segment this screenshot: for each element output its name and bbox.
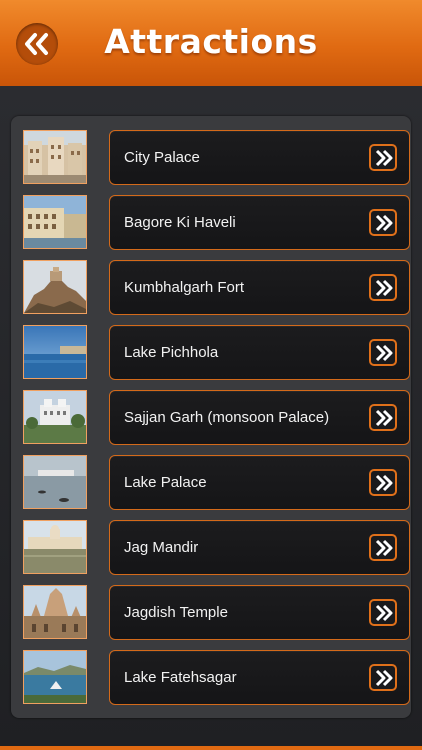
thumbnail-city-palace (23, 130, 87, 184)
list-item-label: Lake Pichhola (124, 344, 219, 361)
list-item-label: Jag Mandir (124, 539, 199, 556)
list-item-label: City Palace (124, 149, 200, 166)
double-chevron-right-icon (375, 214, 393, 232)
list-item-button[interactable]: Lake Fatehsagar (109, 650, 410, 705)
thumbnail-jag-mandir (23, 520, 87, 574)
double-chevron-right-icon (375, 344, 393, 362)
double-chevron-right-icon (375, 409, 393, 427)
thumbnail-sajjan-garh (23, 390, 87, 444)
open-arrow-button[interactable] (369, 469, 397, 496)
thumbnail-kumbhalgarh-fort (23, 260, 87, 314)
list-item-button[interactable]: Bagore Ki Haveli (109, 195, 410, 250)
list-item-button[interactable]: Kumbhalgarh Fort (109, 260, 410, 315)
attractions-list: City Palace Bagore Ki Haveli Kumbhalgarh… (11, 116, 411, 718)
list-item-label: Lake Fatehsagar (124, 669, 237, 686)
content-area: City Palace Bagore Ki Haveli Kumbhalgarh… (0, 86, 422, 746)
thumbnail-lake-palace (23, 455, 87, 509)
list-item-button[interactable]: Lake Pichhola (109, 325, 410, 380)
double-chevron-right-icon (375, 149, 393, 167)
open-arrow-button[interactable] (369, 664, 397, 691)
thumbnail-lake-pichhola (23, 325, 87, 379)
open-arrow-button[interactable] (369, 534, 397, 561)
list-item-label: Jagdish Temple (124, 604, 228, 621)
thumbnail-bagore-ki-haveli (23, 195, 87, 249)
list-item-jagdish-temple[interactable]: Jagdish Temple (23, 585, 410, 642)
list-item-jag-mandir[interactable]: Jag Mandir (23, 520, 410, 577)
list-item-kumbhalgarh-fort[interactable]: Kumbhalgarh Fort (23, 260, 410, 317)
bottom-accent-bar (0, 746, 422, 750)
list-item-label: Sajjan Garh (monsoon Palace) (124, 409, 330, 426)
list-item-button[interactable]: Sajjan Garh (monsoon Palace) (109, 390, 410, 445)
list-item-label: Lake Palace (124, 474, 207, 491)
double-chevron-right-icon (375, 669, 393, 687)
thumbnail-jagdish-temple (23, 585, 87, 639)
list-item-lake-palace[interactable]: Lake Palace (23, 455, 410, 512)
open-arrow-button[interactable] (369, 274, 397, 301)
double-chevron-right-icon (375, 279, 393, 297)
list-item-bagore-ki-haveli[interactable]: Bagore Ki Haveli (23, 195, 410, 252)
open-arrow-button[interactable] (369, 599, 397, 626)
list-item-lake-fatehsagar[interactable]: Lake Fatehsagar (23, 650, 410, 707)
list-item-lake-pichhola[interactable]: Lake Pichhola (23, 325, 410, 382)
list-item-button[interactable]: Jag Mandir (109, 520, 410, 575)
double-chevron-right-icon (375, 539, 393, 557)
list-item-sajjan-garh[interactable]: Sajjan Garh (monsoon Palace) (23, 390, 410, 447)
page-title: Attractions (104, 22, 318, 61)
open-arrow-button[interactable] (369, 339, 397, 366)
open-arrow-button[interactable] (369, 404, 397, 431)
list-item-button[interactable]: City Palace (109, 130, 410, 185)
open-arrow-button[interactable] (369, 144, 397, 171)
double-chevron-right-icon (375, 604, 393, 622)
list-item-label: Kumbhalgarh Fort (124, 279, 245, 296)
double-chevron-right-icon (375, 474, 393, 492)
list-item-label: Bagore Ki Haveli (124, 214, 236, 231)
thumbnail-lake-fatehsagar (23, 650, 87, 704)
list-item-button[interactable]: Jagdish Temple (109, 585, 410, 640)
list-item-city-palace[interactable]: City Palace (23, 130, 410, 187)
open-arrow-button[interactable] (369, 209, 397, 236)
list-item-button[interactable]: Lake Palace (109, 455, 410, 510)
header-bar: Attractions (0, 0, 422, 86)
